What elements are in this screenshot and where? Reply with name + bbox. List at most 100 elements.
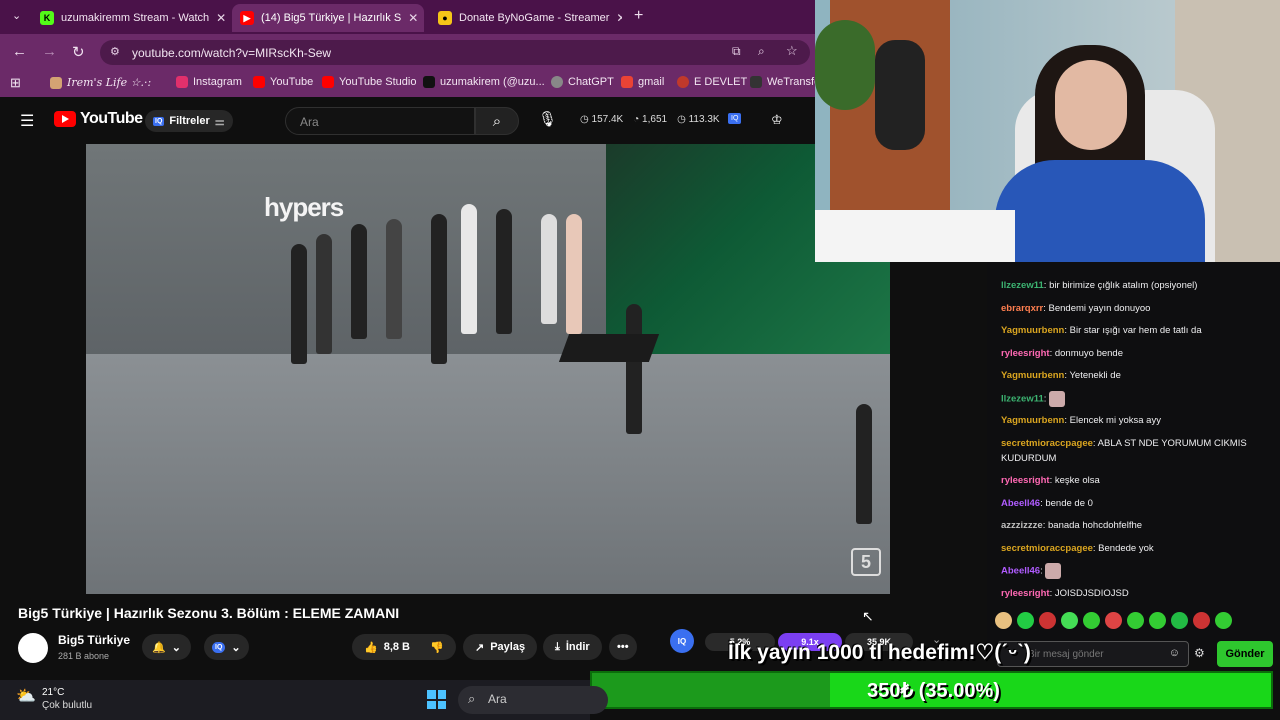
emote-icon[interactable]: [1105, 612, 1122, 629]
chat-username[interactable]: Abeell46: [1001, 498, 1040, 509]
iq-icon[interactable]: IQ: [670, 629, 694, 653]
emote-icon[interactable]: [1215, 612, 1232, 629]
chat-message: llzezew11: bir birimize çığlık atalım (o…: [1001, 278, 1271, 293]
bookmark-youtube-studio[interactable]: YouTube Studio: [322, 76, 416, 88]
emote-icon[interactable]: [1171, 612, 1188, 629]
video-player[interactable]: hypers: [86, 144, 890, 594]
apps-icon[interactable]: ⊞: [10, 75, 21, 91]
bookmark-e-devlet[interactable]: E DEVLET: [677, 76, 747, 88]
emote-icon[interactable]: [1083, 612, 1100, 629]
chat-username[interactable]: azzzizzze: [1001, 520, 1043, 531]
tab-youtube[interactable]: ▶ (14) Big5 Türkiye | Hazırlık S ✕: [232, 4, 424, 32]
emote-icon[interactable]: [1061, 612, 1078, 629]
chat-username[interactable]: Abeell46: [1001, 566, 1040, 577]
send-button[interactable]: Gönder: [1217, 641, 1273, 667]
emote-icon[interactable]: [1039, 612, 1056, 629]
emote-icon[interactable]: [1017, 612, 1034, 629]
bookmark-tiktok[interactable]: uzumakirem (@uzu...: [423, 76, 545, 88]
chat-username[interactable]: ryleesright: [1001, 588, 1050, 599]
reload-icon[interactable]: ↻: [72, 43, 85, 61]
person-figure: [291, 244, 307, 364]
emote-icon[interactable]: [1127, 612, 1144, 629]
close-icon[interactable]: ✕: [216, 11, 226, 25]
chat-text: keşke olsa: [1054, 475, 1100, 486]
chat-username[interactable]: ryleesright: [1001, 348, 1050, 359]
bookmark-irems-life[interactable]: Irem's Life ☆.·:: [50, 76, 151, 89]
close-icon[interactable]: ✕: [616, 11, 622, 25]
new-tab-icon[interactable]: +: [634, 7, 643, 25]
weather-temperature[interactable]: 21°C: [42, 687, 64, 698]
channel-name[interactable]: Big5 Türkiye: [58, 633, 130, 647]
tab-kick[interactable]: K uzumakiremm Stream - Watch ✕: [32, 4, 227, 32]
site-info-icon[interactable]: ⚙: [110, 45, 120, 58]
wetransfer-icon: [750, 76, 762, 88]
bookmark-wetransfer[interactable]: WeTransfe: [750, 76, 820, 88]
mouse-cursor: ↖: [862, 608, 874, 624]
search-button[interactable]: ⌕: [475, 107, 519, 135]
windows-start-icon[interactable]: [427, 690, 446, 709]
chatgpt-icon: [551, 76, 563, 88]
chat-username[interactable]: llzezew11: [1001, 394, 1044, 405]
donation-goal-text: 350₺ (35.00%): [867, 679, 1000, 702]
bookmark-star-icon[interactable]: ☆: [786, 43, 798, 59]
bookmark-chatgpt[interactable]: ChatGPT: [551, 76, 614, 88]
bookmark-instagram[interactable]: Instagram: [176, 76, 242, 88]
notification-button[interactable]: 🔔 ⌄: [142, 634, 191, 660]
more-button[interactable]: •••: [609, 634, 637, 660]
sliders-icon: ⚌: [214, 115, 225, 128]
tab-list-icon[interactable]: ⌄: [12, 9, 21, 22]
close-icon[interactable]: ✕: [408, 11, 418, 25]
like-dislike-button[interactable]: 👍 8,8 B 👎: [352, 634, 456, 660]
youtube-logo[interactable]: YouTube TR: [54, 110, 155, 128]
person-figure: [856, 404, 872, 524]
chat-username[interactable]: secretmioraccpagee: [1001, 438, 1093, 449]
tab-bynogame[interactable]: ● Donate ByNoGame - Streamer ✕: [430, 4, 622, 32]
back-icon[interactable]: ←: [12, 43, 27, 60]
emoji-icon[interactable]: ☺: [1169, 647, 1180, 659]
chat-username[interactable]: Yagmuurbenn: [1001, 370, 1064, 381]
person-figure: [431, 214, 447, 364]
zoom-icon[interactable]: ⌕: [758, 44, 765, 59]
url-field[interactable]: ⚙ youtube.com/watch?v=MIRscKh-Sew ⧉ ⌕ ☆: [100, 40, 810, 65]
iq-button[interactable]: IQ ⌄: [204, 634, 249, 660]
share-button[interactable]: ↗ Paylaş: [463, 634, 538, 660]
menu-icon[interactable]: ☰: [20, 111, 34, 131]
chat-message: Yagmuurbenn: Yetenekli de: [1001, 368, 1271, 383]
trophy-icon[interactable]: ♔: [771, 112, 783, 128]
forward-icon[interactable]: →: [42, 43, 57, 60]
channel-avatar[interactable]: [18, 633, 48, 663]
piano-keyboard: [558, 334, 660, 362]
emote-row: [995, 612, 1232, 629]
person-figure: [386, 219, 402, 339]
chat-username[interactable]: secretmioraccpagee: [1001, 543, 1093, 554]
chat-username[interactable]: ebrarqxrr: [1001, 303, 1043, 314]
iq-icon: IQ: [153, 116, 165, 126]
settings-gear-icon[interactable]: ⚙: [1194, 646, 1205, 660]
emote-icon[interactable]: [1149, 612, 1166, 629]
search-input[interactable]: Ara: [285, 107, 475, 135]
youtube-studio-icon: [322, 76, 334, 88]
video-sign: hypers: [264, 192, 344, 222]
install-icon[interactable]: ⧉: [732, 44, 741, 59]
microphone-icon[interactable]: 🎙: [538, 110, 557, 128]
bell-icon: 🔔: [152, 641, 166, 654]
bookmark-gmail[interactable]: gmail: [621, 76, 664, 88]
hanging-coat: [875, 40, 925, 150]
taskbar-search[interactable]: ⌕ Ara: [458, 686, 608, 714]
bookmark-youtube[interactable]: YouTube: [253, 76, 313, 88]
streamer-body: [995, 160, 1205, 262]
chat-username[interactable]: ryleesright: [1001, 475, 1050, 486]
bynogame-icon: ●: [438, 11, 452, 25]
iq-menu-icon[interactable]: IQ: [728, 113, 742, 124]
emote-icon[interactable]: [1193, 612, 1210, 629]
chat-text: bende de 0: [1045, 498, 1093, 509]
chat-username[interactable]: Yagmuurbenn: [1001, 325, 1064, 336]
filters-button[interactable]: IQ Filtreler ⚌: [145, 110, 233, 132]
weather-description[interactable]: Çok bulutlu: [42, 700, 92, 711]
chat-username[interactable]: llzezew11: [1001, 280, 1044, 291]
subscriber-count: 281 B abone: [58, 651, 110, 661]
chat-username[interactable]: Yagmuurbenn: [1001, 415, 1064, 426]
iq-stats: ◷ 157.4K ◔ 1,651 ◷ 113.3K: [580, 114, 720, 125]
emote-icon[interactable]: [995, 612, 1012, 629]
download-button[interactable]: ⤓ İndir: [543, 634, 602, 660]
